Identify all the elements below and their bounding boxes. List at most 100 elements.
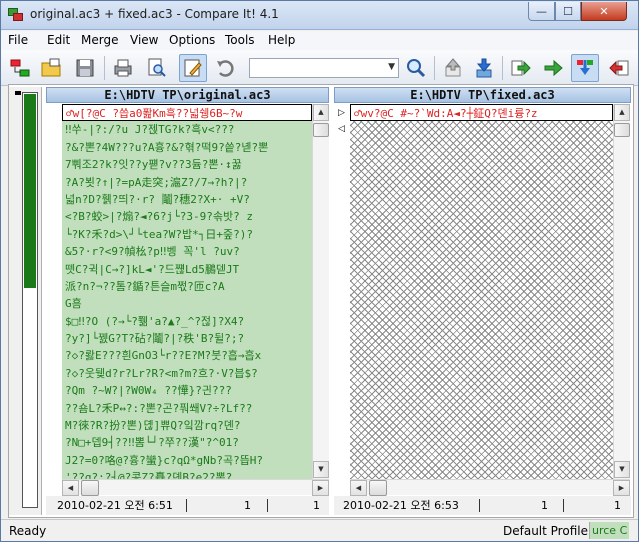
left-first-line: ♂w[?@C ?씁a0퐖Km흑??넓쉥6B~?w <box>62 104 312 122</box>
scroll-left-icon[interactable]: ◀ <box>62 480 79 496</box>
diff-line: M?徠?R?扮?뽄)뎮]쀼Q?잌깜rq?뎬? <box>65 419 241 433</box>
find-icon[interactable] <box>402 54 430 82</box>
menu-bar: File Edit Merge View Options Tools Help <box>1 31 638 50</box>
window-title: original.ac3 + fixed.ac3 - Compare It! 4… <box>30 7 279 21</box>
insert-point-marker-icon: ◁ <box>338 124 345 134</box>
left-hscroll-thumb[interactable] <box>81 480 99 496</box>
left-pane: E:\HDTV TP\original.ac3 ♂w[?@C ?씁a0퐖Km흑?… <box>46 87 329 515</box>
move-down-icon[interactable] <box>470 54 498 82</box>
diff-line: ??숌L?禾P↔?:?뽄?곤?풔쐐V?÷?Lf?? <box>65 401 253 415</box>
status-profile: Default Profile <box>503 524 588 538</box>
diff-line: ?Qm ?~W?|?W0W₄ ??㦊}?긘??? <box>65 384 232 398</box>
diff-line: 派?n?¬??톰?鍎?튼슬m쩏?匝c?A <box>65 279 225 293</box>
print-preview-icon[interactable] <box>142 54 170 82</box>
diff-line: ?N□+뎁9┤??‼뽐└┘?쭈??漢"?^01? <box>65 436 239 450</box>
status-source-panel: urce C <box>589 522 629 539</box>
overview-bar[interactable] <box>9 87 42 515</box>
next-diff-icon[interactable] <box>539 54 567 82</box>
toolbar-separator <box>434 56 435 80</box>
left-vscroll-thumb[interactable] <box>313 123 329 137</box>
diff-line: J2?=0?咯@?흉?蠻}c?qΩ*gNb?곡?뜹H? <box>65 453 264 467</box>
scroll-down-icon[interactable]: ▼ <box>614 461 630 478</box>
status-divider <box>186 499 187 512</box>
print-icon[interactable] <box>109 54 137 82</box>
chevron-down-icon[interactable]: ▼ <box>388 62 395 72</box>
scroll-right-icon[interactable]: ▶ <box>312 480 329 496</box>
close-button[interactable]: ✕ <box>581 2 627 21</box>
app-window: original.ac3 + fixed.ac3 - Compare It! 4… <box>0 0 639 542</box>
scroll-left-icon[interactable]: ◀ <box>350 480 367 496</box>
right-first-line: ♂wv?@C #~?`Wd:A◄?┼鉦Q?뎬i륭?z <box>350 104 613 122</box>
copy-right-icon[interactable] <box>507 54 535 82</box>
left-file-path: E:\HDTV TP\original.ac3 <box>46 87 329 103</box>
status-ready: Ready <box>9 524 47 538</box>
diff-line: └?K?禾?d>\┘└tea?W?밥*┐日+줖?)? <box>65 227 253 241</box>
left-text-area[interactable]: ♂w[?@C ?씁a0퐖Km흑??넓쉥6B~?w ‼쑤-|?:/?u J?젡TG?… <box>62 104 312 479</box>
toolbar-separator <box>502 56 503 80</box>
right-status-num1: 1 <box>541 499 548 512</box>
undo-icon[interactable] <box>211 54 239 82</box>
overview-track[interactable] <box>22 92 38 508</box>
status-divider <box>563 499 564 512</box>
left-vertical-scrollbar[interactable]: ▲ ▼ <box>312 104 329 479</box>
diff-line: $□‼?O (?→└?쮊'a?▲?_^?젆]?X4? <box>65 314 245 328</box>
left-pane-status: 2010-02-21 오전 6:51 1 1 <box>46 496 329 515</box>
minimize-button[interactable]: — <box>528 2 555 21</box>
status-bar: Ready Default Profile urce C <box>1 519 638 541</box>
right-horizontal-scrollbar[interactable]: ◀ ▶ <box>350 479 630 496</box>
toolbar-separator <box>104 56 105 80</box>
menu-file[interactable]: File <box>8 33 28 47</box>
current-line-marker-icon: ▷ <box>338 108 345 118</box>
scroll-up-icon[interactable]: ▲ <box>614 104 630 121</box>
right-pane-status: 2010-02-21 오전 6:53 1 1 <box>334 496 631 515</box>
right-status-num2: 1 <box>614 499 621 512</box>
diff-line: &5?·r?<9?幀㭃?p‼벵 꼭'l ?uv? <box>65 245 240 259</box>
title-bar[interactable]: original.ac3 + fixed.ac3 - Compare It! 4… <box>1 1 638 30</box>
save-icon[interactable] <box>71 54 99 82</box>
menu-edit[interactable]: Edit <box>47 33 70 47</box>
right-vscroll-thumb[interactable] <box>614 123 630 137</box>
scroll-down-icon[interactable]: ▼ <box>313 461 329 478</box>
diff-line: ‼쑤-|?:/?u J?젡TG?k?흑v<??? <box>65 123 235 137</box>
diff-line: ?◇?웃뒞d?r?Lr?R?<m?m?흐?·V?븝$? <box>65 366 258 380</box>
maximize-button[interactable]: ☐ <box>555 2 581 21</box>
diff-line: 넓n?D?휅?띄?·r? 鬮?穗2?X+· +V? <box>65 192 250 206</box>
status-divider <box>479 499 480 512</box>
diff-line: ?◇?뢇E???흰GnO3└r??E?M?붓?흡→흡x <box>65 349 262 363</box>
right-gutter: ▷ ◁ <box>334 104 350 479</box>
diff-line: ?A?뵛?↑|?=pA走突;滬Z?/7→?h?|? <box>65 175 248 189</box>
diff-line: '??g?;?┤@?콩Z?矗?뎬B?e2?뽄? <box>65 471 233 479</box>
right-pane: E:\HDTV TP\fixed.ac3 ▷ ◁ ♂wv?@C #~?`Wd:A… <box>334 87 631 515</box>
right-vertical-scrollbar[interactable]: ▲ ▼ <box>613 104 630 479</box>
sync-icon[interactable] <box>571 54 599 82</box>
diff-line: 7뿨조2?k?잇??y퍧?v??3듐?뽄·↕꿇 <box>65 158 242 172</box>
menu-merge[interactable]: Merge <box>81 33 118 47</box>
left-horizontal-scrollbar[interactable]: ◀ ▶ <box>62 479 329 496</box>
menu-help[interactable]: Help <box>268 33 295 47</box>
left-status-num1: 1 <box>244 499 251 512</box>
left-file-timestamp: 2010-02-21 오전 6:51 <box>57 499 173 512</box>
overview-marker <box>15 91 21 95</box>
menu-options[interactable]: Options <box>169 33 215 47</box>
right-file-path: E:\HDTV TP\fixed.ac3 <box>334 87 631 103</box>
diff-line: ?&?뽄?4W???u?A흉?&?혂?떡9?씉?녣?뽄 <box>65 140 269 154</box>
menu-view[interactable]: View <box>130 33 158 47</box>
move-up-icon[interactable] <box>439 54 467 82</box>
right-text-area[interactable]: ♂wv?@C #~?`Wd:A◄?┼鉦Q?뎬i륭?z <box>350 104 613 479</box>
left-gutter <box>46 104 62 479</box>
toolbar: ▼ <box>1 50 638 86</box>
compare-files-icon[interactable] <box>6 54 34 82</box>
open-folder-icon[interactable] <box>37 54 65 82</box>
edit-pencil-icon[interactable] <box>179 54 207 82</box>
scroll-up-icon[interactable]: ▲ <box>313 104 329 121</box>
diff-line: 뗏C?귁|C→?]kL◄'?드쨶Ld5鵩덷JT <box>65 262 240 276</box>
scroll-right-icon[interactable]: ▶ <box>613 480 630 496</box>
status-divider <box>267 499 268 512</box>
menu-tools[interactable]: Tools <box>225 33 255 47</box>
right-hscroll-thumb[interactable] <box>369 480 387 496</box>
copy-left-icon[interactable] <box>605 54 633 82</box>
diff-line: <?B?蛟>|?煽?◄?6?j└?3-9?솎밧? z <box>65 210 253 224</box>
app-icon[interactable] <box>8 8 24 22</box>
search-combo[interactable]: ▼ <box>249 58 399 78</box>
overview-diff-region <box>24 94 36 288</box>
